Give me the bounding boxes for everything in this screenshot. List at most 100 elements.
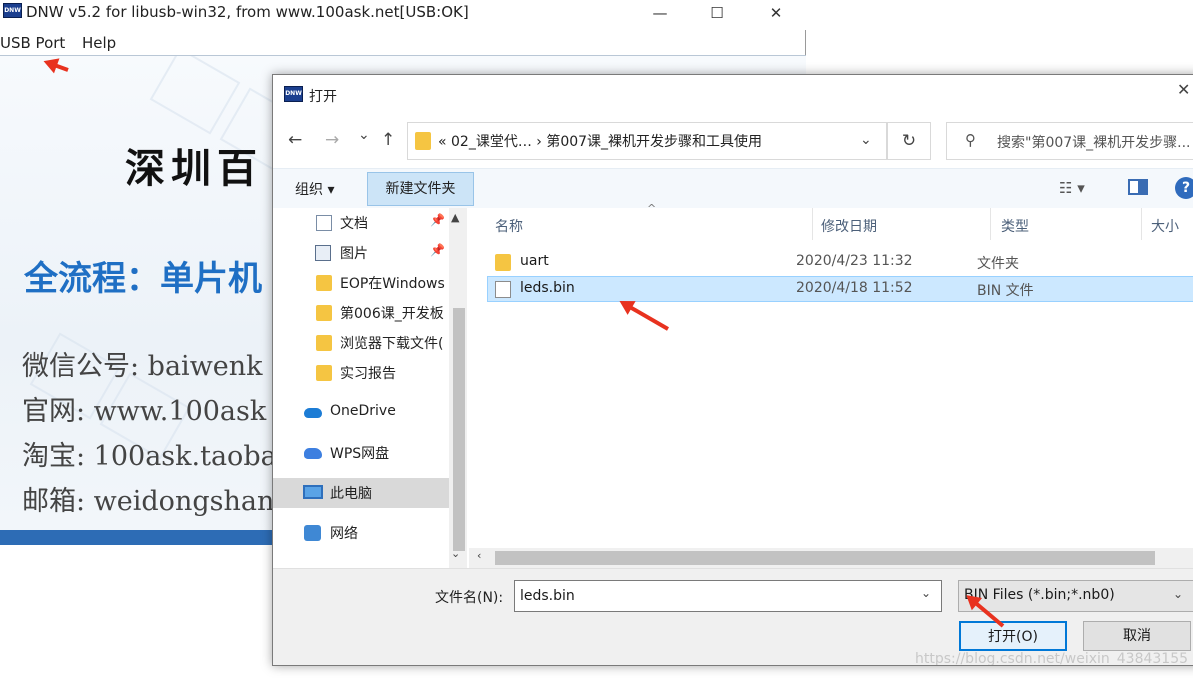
file-name: leds.bin [520, 280, 575, 296]
chevron-down-icon[interactable]: ⌄ [1173, 587, 1183, 601]
nav-item-label: 实习报告 [340, 366, 396, 382]
folder-icon [316, 365, 332, 381]
minimize-icon[interactable]: — [630, 0, 690, 28]
column-divider[interactable] [1141, 208, 1142, 240]
search-placeholder: 搜索"第007课_裸机开发步骤... [997, 135, 1191, 151]
column-divider[interactable] [812, 208, 813, 240]
network-icon [304, 525, 321, 541]
column-header-name[interactable]: 名称 [495, 216, 523, 236]
view-options-icon[interactable]: ☷ ▾ [1059, 179, 1085, 197]
file-type: BIN 文件 [977, 283, 1034, 299]
banner-subtitle: 全流程：单片机 [24, 259, 262, 299]
maximize-icon[interactable]: ☐ [687, 0, 747, 28]
banner-wechat: 微信公号: baiwenk [22, 351, 263, 382]
nav-item-documents[interactable]: 文档 📌 [273, 208, 449, 238]
nav-scrollbar-thumb[interactable] [453, 308, 465, 551]
filetype-select[interactable]: BIN Files (*.bin;*.nb0) ⌄ [958, 580, 1193, 612]
nav-item-label: 图片 [340, 246, 368, 262]
wps-cloud-icon [304, 448, 322, 459]
close-icon[interactable]: ✕ [1177, 80, 1193, 99]
address-bar[interactable]: « 02_课堂代… › 第007课_裸机开发步骤和工具使用 ⌄ [407, 122, 887, 160]
nav-item-folder[interactable]: 第006课_开发板 [273, 298, 449, 328]
nav-item-this-pc[interactable]: 此电脑 [273, 478, 449, 508]
search-icon: ⚲ [965, 131, 976, 149]
nav-item-network[interactable]: 网络 [273, 518, 449, 548]
forward-arrow-icon[interactable]: → [325, 130, 339, 150]
search-input[interactable]: ⚲ 搜索"第007课_裸机开发步骤... [946, 122, 1193, 160]
dialog-app-icon: DNW [284, 86, 303, 102]
file-date: 2020/4/18 11:52 [796, 280, 913, 296]
file-row[interactable]: uart 2020/4/23 11:32 文件夹 [489, 250, 1193, 276]
new-folder-button[interactable]: 新建文件夹 [367, 172, 474, 206]
folder-icon [316, 275, 332, 291]
navigation-pane: 文档 📌 图片 📌 EOP在Windows 第006课_开发板 浏览器下载文件(… [273, 208, 469, 568]
horizontal-scrollbar[interactable]: ‹ [469, 548, 1193, 568]
document-icon [316, 215, 332, 231]
nav-item-folder[interactable]: 浏览器下载文件( [273, 328, 449, 358]
nav-item-label: 浏览器下载文件( [340, 336, 444, 352]
dnw-app-icon: DNW [3, 3, 22, 18]
banner-website: 官网: www.100ask [22, 396, 267, 427]
onedrive-icon [304, 408, 322, 418]
dialog-footer: 文件名(N): ⌄ BIN Files (*.bin;*.nb0) ⌄ 打开(O… [273, 568, 1193, 665]
dnw-menubar: USB Port Help [0, 32, 806, 54]
file-list: ^ 名称 修改日期 类型 大小 uart 2020/4/23 11:32 文件夹… [469, 202, 1193, 568]
column-header-size[interactable]: 大小 [1151, 216, 1179, 236]
filename-label: 文件名(N): [435, 590, 504, 606]
nav-item-label: WPS网盘 [330, 446, 390, 462]
nav-item-label: EOP在Windows [340, 276, 445, 292]
help-icon[interactable]: ? [1175, 177, 1193, 199]
nav-item-label: 文档 [340, 216, 368, 232]
close-icon[interactable]: ✕ [746, 0, 806, 28]
nav-item-label: OneDrive [330, 403, 396, 419]
nav-item-wps-cloud[interactable]: WPS网盘 [273, 438, 449, 468]
horizontal-scrollbar-thumb[interactable] [495, 551, 1155, 565]
recent-locations-icon[interactable]: ⌄ [358, 127, 370, 143]
chevron-down-icon[interactable]: ⌄ [860, 132, 872, 148]
nav-item-onedrive[interactable]: OneDrive [273, 398, 449, 428]
pin-icon: 📌 [430, 213, 445, 227]
dnw-window-title: DNW v5.2 for libusb-win32, from www.100a… [26, 3, 469, 21]
file-name: uart [520, 253, 549, 269]
refresh-button[interactable]: ↻ [887, 122, 931, 160]
file-date: 2020/4/23 11:32 [796, 253, 913, 269]
menu-usb-port[interactable]: USB Port [0, 34, 65, 52]
file-type: 文件夹 [977, 256, 1019, 272]
pin-icon: 📌 [430, 243, 445, 257]
dialog-title: 打开 [309, 89, 337, 105]
up-arrow-icon[interactable]: ↑ [381, 130, 395, 150]
cancel-button[interactable]: 取消 [1083, 621, 1191, 651]
back-arrow-icon[interactable]: ← [288, 130, 302, 150]
sort-ascending-icon: ^ [647, 202, 657, 215]
scroll-left-icon[interactable]: ‹ [477, 549, 481, 562]
file-row[interactable]: leds.bin 2020/4/18 11:52 BIN 文件 [487, 276, 1193, 302]
filename-input[interactable] [514, 580, 942, 612]
file-icon [495, 281, 511, 298]
picture-icon [315, 245, 331, 261]
banner-taobao: 淘宝: 100ask.taoba [22, 441, 277, 472]
folder-icon [316, 335, 332, 351]
menu-help[interactable]: Help [82, 34, 116, 52]
breadcrumb[interactable]: « 02_课堂代… › 第007课_裸机开发步骤和工具使用 [438, 131, 762, 151]
column-header-date[interactable]: 修改日期 [821, 216, 877, 236]
scroll-up-icon[interactable]: ▲ [451, 211, 459, 224]
nav-item-pictures[interactable]: 图片 📌 [273, 238, 449, 268]
open-button[interactable]: 打开(O) [959, 621, 1067, 651]
scroll-down-icon[interactable]: ⌄ [451, 547, 460, 560]
nav-item-folder[interactable]: 实习报告 [273, 358, 449, 388]
nav-item-folder[interactable]: EOP在Windows [273, 268, 449, 298]
filetype-value: BIN Files (*.bin;*.nb0) [964, 587, 1115, 603]
nav-item-label: 网络 [330, 526, 358, 542]
this-pc-icon [303, 485, 323, 499]
organize-button[interactable]: 组织 ▾ [295, 179, 334, 199]
chevron-down-icon[interactable]: ⌄ [921, 586, 931, 600]
preview-pane-icon[interactable] [1128, 179, 1148, 195]
nav-item-label: 第006课_开发板 [340, 306, 444, 322]
folder-icon [316, 305, 332, 321]
banner-email: 邮箱: weidongshan [22, 486, 275, 517]
banner-title: 深圳百 [125, 145, 263, 192]
dnw-titlebar[interactable]: DNW DNW v5.2 for libusb-win32, from www.… [0, 0, 806, 30]
column-header-type[interactable]: 类型 [1001, 216, 1029, 236]
open-file-dialog: DNW 打开 ✕ ← → ⌄ ↑ « 02_课堂代… › 第007课_裸机开发步… [272, 74, 1193, 666]
column-divider[interactable] [990, 208, 991, 240]
